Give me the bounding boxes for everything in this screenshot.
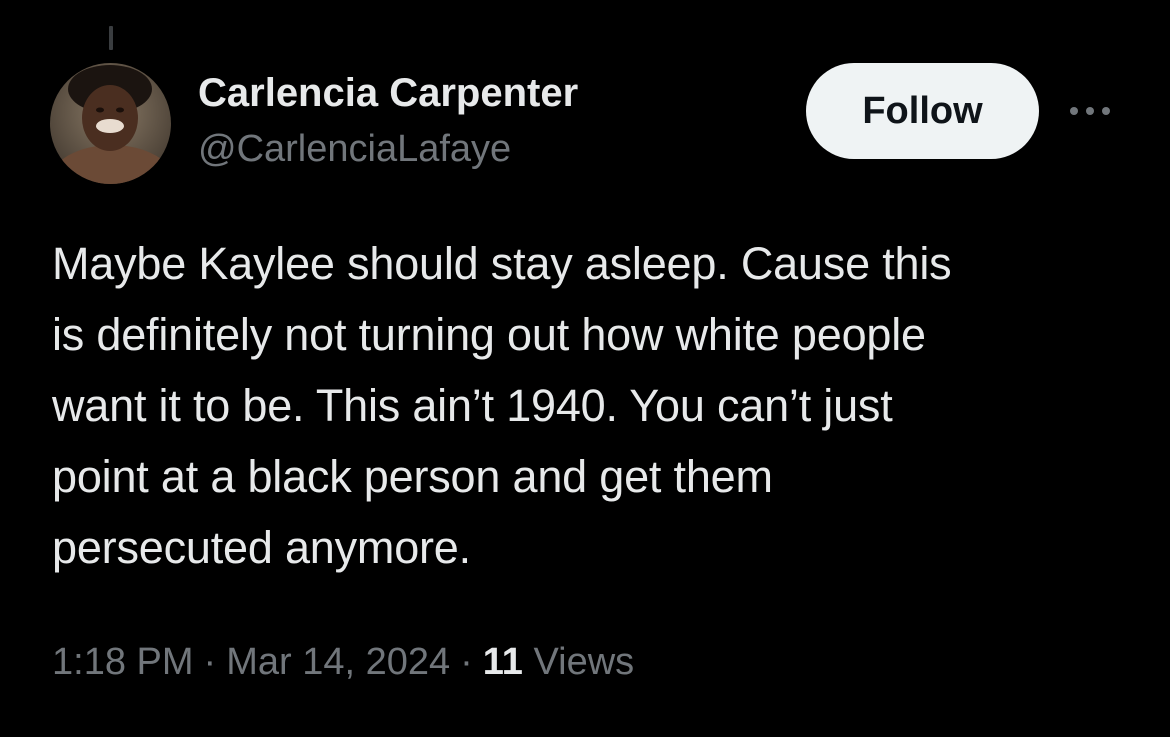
author-display-name[interactable]: Carlencia Carpenter — [198, 66, 578, 120]
follow-button[interactable]: Follow — [806, 63, 1039, 159]
author-block: Carlencia Carpenter @CarlenciaLafaye — [198, 66, 578, 174]
tweet-text-line: want it to be. This ain’t 1940. You can’… — [52, 380, 893, 431]
author-avatar[interactable] — [50, 63, 171, 184]
tweet-text-line: persecuted anymore. — [52, 522, 471, 573]
tweet-text-line: point at a black person and get them — [52, 451, 773, 502]
tweet-text-line: is definitely not turning out how white … — [52, 309, 926, 360]
more-horizontal-icon — [1070, 107, 1110, 115]
meta-separator: · — [460, 641, 473, 683]
tweet-text-line: Maybe Kaylee should stay asleep. Cause t… — [52, 238, 952, 289]
meta-separator: · — [203, 641, 217, 683]
more-options-button[interactable] — [1066, 96, 1114, 126]
author-handle[interactable]: @CarlenciaLafaye — [198, 124, 578, 174]
tweet-time[interactable]: 1:18 PM — [52, 641, 194, 683]
tweet-date[interactable]: Mar 14, 2024 — [226, 641, 450, 683]
avatar-photo-icon — [50, 63, 171, 184]
tweet-metadata: 1:18 PM · Mar 14, 2024 · 11 Views — [52, 636, 634, 688]
views-count: 11 — [482, 641, 523, 683]
tweet-body: Maybe Kaylee should stay asleep. Cause t… — [52, 228, 1132, 583]
views-label: Views — [533, 641, 635, 683]
thread-connector-line — [109, 26, 113, 50]
